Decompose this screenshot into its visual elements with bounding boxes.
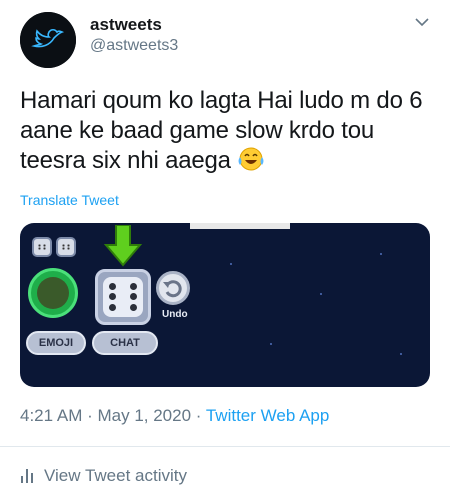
tweet-date[interactable]: May 1, 2020 (97, 406, 191, 425)
mini-dice-icon (56, 237, 76, 257)
dice-face (103, 277, 143, 317)
author-name[interactable]: astweets (90, 15, 162, 35)
player-avatar (28, 268, 78, 318)
author-handle[interactable]: @astweets3 (90, 37, 178, 55)
mini-dice-icon (32, 237, 52, 257)
down-arrow-icon (103, 225, 143, 267)
chat-button: CHAT (92, 331, 158, 355)
dice-icon (95, 269, 151, 325)
tweet-text: Hamari qoum ko lagta Hai ludo m do 6 aan… (20, 86, 435, 180)
undo-label: Undo (162, 309, 188, 320)
meta-separator: · (82, 406, 98, 425)
bar-chart-icon (20, 467, 34, 488)
bird-logo-icon (20, 12, 76, 68)
emoji-button: EMOJI (26, 331, 86, 355)
media-top-bar (190, 223, 290, 229)
view-tweet-activity-link[interactable]: View Tweet activity (20, 466, 187, 488)
view-tweet-activity-label: View Tweet activity (44, 466, 187, 485)
tweet-header: astweets @astweets3 (20, 12, 440, 68)
tweet-time[interactable]: 4:21 AM (20, 406, 82, 425)
divider (0, 446, 450, 447)
avatar[interactable] (20, 12, 76, 68)
tweet-meta: 4:21 AM · May 1, 2020 · Twitter Web App (20, 406, 329, 426)
translate-tweet-link[interactable]: Translate Tweet (20, 192, 119, 208)
star-dot (270, 343, 272, 345)
laughing-tears-emoji-icon (237, 146, 265, 180)
undo-icon (156, 271, 190, 305)
star-dot (230, 263, 232, 265)
tweet-source-app[interactable]: Twitter Web App (206, 406, 329, 425)
meta-separator: · (191, 406, 206, 425)
tweet-media-image[interactable]: Undo EMOJI CHAT (20, 223, 430, 387)
chevron-down-icon[interactable] (414, 14, 430, 30)
star-dot (400, 353, 402, 355)
star-dot (320, 293, 322, 295)
tweet-body: Hamari qoum ko lagta Hai ludo m do 6 aan… (20, 87, 423, 174)
star-dot (380, 253, 382, 255)
player-photo (37, 277, 69, 309)
